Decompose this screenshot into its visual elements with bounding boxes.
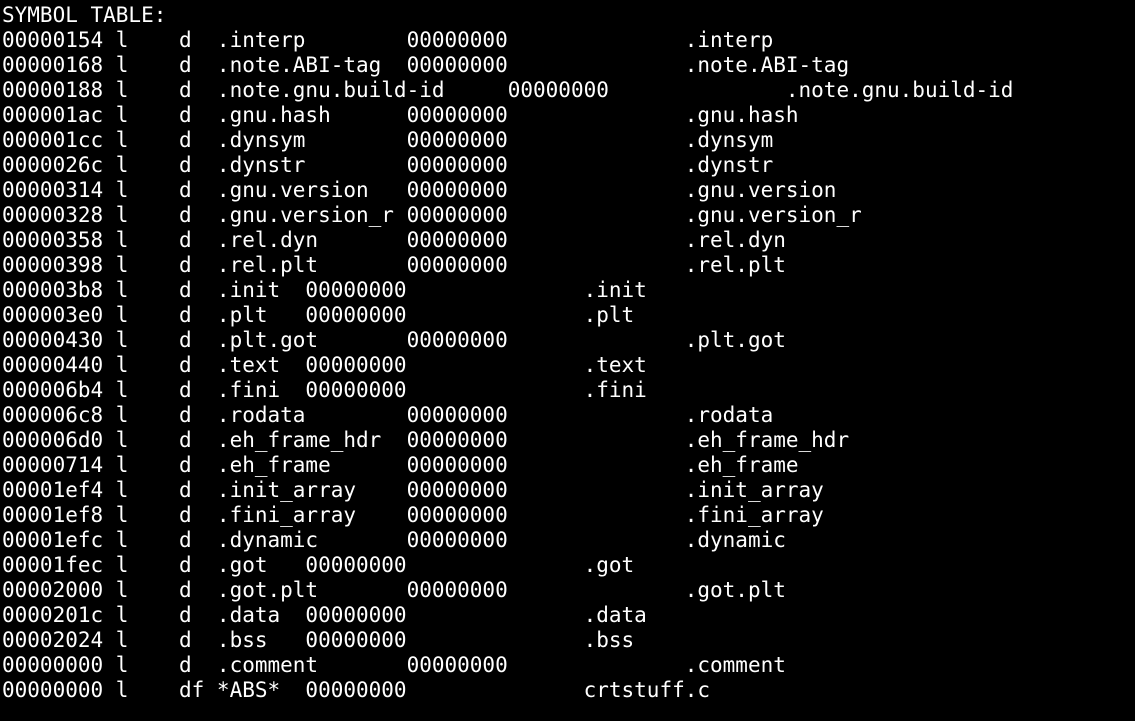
symbol-row: 00000154 l d .interp 00000000 .interp bbox=[2, 28, 774, 52]
symbol-row: 00000000 l df *ABS* 00000000 crtstuff.c bbox=[2, 678, 711, 702]
symbol-row: 0000201c l d .data 00000000 .data bbox=[2, 603, 647, 627]
terminal-output: CONTENTS, READONLYSYMBOL TABLE:00000154 … bbox=[2, 0, 1013, 703]
symbol-row: 00002000 l d .got.plt 00000000 .got.plt bbox=[2, 578, 786, 602]
symbol-row: 00001efc l d .dynamic 00000000 .dynamic bbox=[2, 528, 786, 552]
symbol-row: 000006c8 l d .rodata 00000000 .rodata bbox=[2, 403, 774, 427]
symbol-row: 0000026c l d .dynstr 00000000 .dynstr bbox=[2, 153, 774, 177]
symbol-row: 00002024 l d .bss 00000000 .bss bbox=[2, 628, 635, 652]
symbol-table-heading: SYMBOL TABLE: bbox=[2, 3, 167, 27]
symbol-row: 00000188 l d .note.gnu.build-id 00000000… bbox=[2, 78, 1014, 102]
symbol-row: 000003e0 l d .plt 00000000 .plt bbox=[2, 303, 635, 327]
symbol-row: 000001cc l d .dynsym 00000000 .dynsym bbox=[2, 128, 774, 152]
symbol-row: 00001fec l d .got 00000000 .got bbox=[2, 553, 635, 577]
symbol-row: 00000314 l d .gnu.version 00000000 .gnu.… bbox=[2, 178, 837, 202]
terminal-window[interactable]: CONTENTS, READONLYSYMBOL TABLE:00000154 … bbox=[0, 0, 1135, 721]
symbol-row: 00000328 l d .gnu.version_r 00000000 .gn… bbox=[2, 203, 862, 227]
symbol-row: 00001ef8 l d .fini_array 00000000 .fini_… bbox=[2, 503, 824, 527]
symbol-row: 00000000 l d .comment 00000000 .comment bbox=[2, 653, 786, 677]
symbol-row: 00000440 l d .text 00000000 .text bbox=[2, 353, 647, 377]
symbol-row: 000006d0 l d .eh_frame_hdr 00000000 .eh_… bbox=[2, 428, 850, 452]
symbol-row: 00001ef4 l d .init_array 00000000 .init_… bbox=[2, 478, 824, 502]
symbol-row: 00000358 l d .rel.dyn 00000000 .rel.dyn bbox=[2, 228, 786, 252]
symbol-row: 00000714 l d .eh_frame 00000000 .eh_fram… bbox=[2, 453, 799, 477]
symbol-row: 000003b8 l d .init 00000000 .init bbox=[2, 278, 647, 302]
symbol-row: 00000430 l d .plt.got 00000000 .plt.got bbox=[2, 328, 786, 352]
symbol-row: 00000398 l d .rel.plt 00000000 .rel.plt bbox=[2, 253, 786, 277]
symbol-row: 00000168 l d .note.ABI-tag 00000000 .not… bbox=[2, 53, 850, 77]
symbol-row: 000001ac l d .gnu.hash 00000000 .gnu.has… bbox=[2, 103, 799, 127]
symbol-row: 000006b4 l d .fini 00000000 .fini bbox=[2, 378, 647, 402]
